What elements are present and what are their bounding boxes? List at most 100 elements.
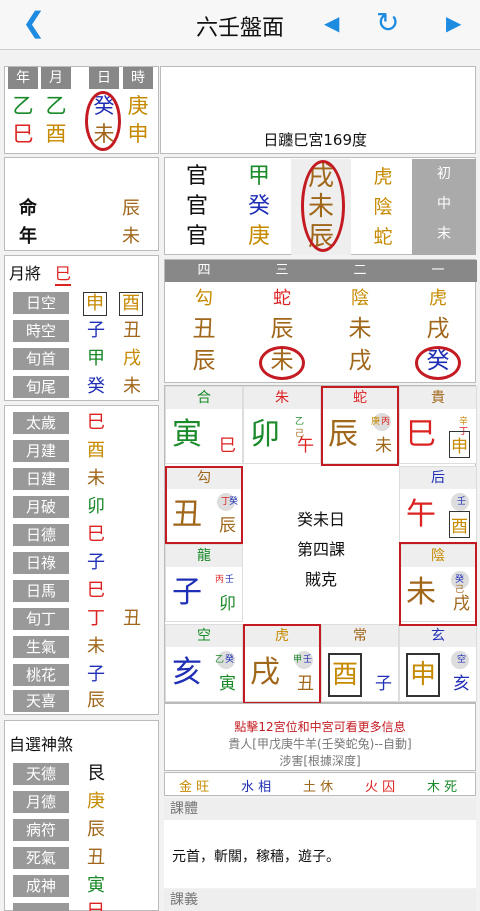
kong-a: 申	[83, 292, 107, 316]
zixuan-label: 月德	[13, 791, 69, 813]
kong-a: 甲	[87, 348, 105, 369]
ming-value: 辰	[122, 198, 140, 219]
shensha-value: 辰	[87, 690, 105, 711]
ke-header: 二	[321, 260, 399, 282]
palace-god: 玄	[400, 625, 476, 647]
shensha-label: 天喜	[13, 690, 69, 712]
shensha-value: 卯	[87, 496, 105, 517]
palace-zi[interactable]: 常 酉 子	[321, 624, 399, 702]
sanchuan-circle	[301, 160, 345, 252]
palace-mao[interactable]: 龍 子 丙 壬 卯	[165, 544, 243, 622]
shensha-extra: 丑	[123, 608, 141, 629]
wuxing-shui: 水 相	[241, 780, 272, 795]
nian-value: 未	[122, 226, 140, 247]
shehai-rule: 涉害[根據深度]	[279, 754, 361, 768]
si-ke-panel[interactable]: 四 三 二 一 勾 蛇 陰 虎 丑 辰 未 戌 辰 未 戌 癸	[164, 259, 477, 383]
palace-god: 空	[166, 625, 242, 647]
palace-zhi: 巳	[406, 417, 436, 452]
shensha-panel: 太歲 巳 月建 酉 日建 未 月破 卯 日德 巳 日祿 子 日馬 巳 旬丁 丁 …	[4, 405, 159, 715]
pillar-header-hour: 時	[123, 67, 153, 89]
palace-earth: 卯	[219, 594, 236, 614]
sanchuan-jiang: 蛇	[373, 226, 393, 248]
palace-highlight	[399, 542, 477, 626]
page-title: 六壬盤面	[195, 16, 284, 41]
month-branch: 酉	[45, 122, 67, 146]
shensha-value: 子	[87, 664, 105, 685]
palace-stem2: 壬	[224, 575, 234, 585]
chu-label: 初	[437, 166, 451, 182]
kong-b: 丑	[123, 320, 141, 341]
triangle-right-icon[interactable]: ▶	[446, 6, 461, 40]
shensha-label: 日馬	[13, 580, 69, 602]
wuxing-bar: 金 旺 水 相 土 休 火 囚 木 死	[164, 772, 476, 796]
palace-you[interactable]: 后 午 壬 酉	[399, 466, 477, 544]
palace-zhi: 寅	[172, 417, 202, 452]
palace-earth: 巳	[219, 436, 236, 456]
yuejiang-value: 巳	[55, 260, 72, 286]
palace-stem1: 丙	[214, 575, 224, 585]
palace-stem2: 癸	[224, 655, 234, 665]
sanchuan-liuqin: 官	[185, 194, 208, 219]
palace-hai[interactable]: 玄 申 空 亥	[399, 624, 477, 702]
guiren-rule: 貴人[甲戊庚牛羊(壬癸蛇兔)--自動]	[228, 737, 412, 751]
wuxing-huo: 火 囚	[365, 780, 396, 795]
kong-label: 日空	[13, 292, 69, 314]
shensha-value: 巳	[87, 580, 105, 601]
pillar-header-month: 月	[41, 67, 71, 89]
palace-earth: 午	[297, 436, 314, 456]
zixuan-title: 自選神煞	[9, 735, 74, 754]
ke-upper: 辰	[270, 316, 294, 342]
san-chuan-panel[interactable]: 官 官 官 甲 癸 庚 戌 未 辰 虎 陰 蛇 初 中 末	[164, 157, 476, 255]
shensha-label: 日德	[13, 524, 69, 546]
yuejiang-label: 月將	[9, 264, 42, 283]
app-root: ❮ 六壬盤面 ◀ ↻ ▶ 年 月 日 時 乙 乙 癸 庚 巳 酉 未 申 日躔巳…	[0, 0, 480, 911]
palace-stem1: 壬	[456, 497, 466, 507]
keyi-header: 課義	[164, 889, 476, 911]
shensha-value: 酉	[87, 440, 105, 461]
palace-god: 合	[166, 387, 242, 409]
nian-label: 年	[19, 226, 37, 247]
sanchuan-labels: 初 中 末	[412, 159, 476, 255]
sanchuan-liuqin: 官	[185, 164, 208, 189]
ke-jiang: 蛇	[273, 288, 291, 309]
ke-header: 三	[243, 260, 321, 282]
ming-nian-panel: 命 辰 年 未	[4, 157, 159, 251]
palace-god: 朱	[244, 387, 320, 409]
shensha-label: 生氣	[13, 636, 69, 658]
refresh-icon[interactable]: ↻	[376, 6, 399, 40]
year-branch: 巳	[12, 122, 34, 146]
ke-upper: 戌	[426, 316, 450, 342]
zixuan-label	[13, 903, 69, 911]
ke1-circle	[415, 346, 461, 380]
ke-jiang: 陰	[351, 288, 369, 309]
tap-hint: 點擊12宮位和中宮可看更多信息	[234, 720, 406, 734]
top-bar: ❮ 六壬盤面 ◀ ↻ ▶	[0, 0, 480, 50]
zhong-label: 中	[437, 196, 451, 212]
center-palace[interactable]: 癸未日 第四課 賊克	[245, 466, 397, 622]
palace-yin[interactable]: 空 亥 乙 癸 寅	[165, 624, 243, 702]
zixuan-panel: 自選神煞 天德 艮 月德 庚 病符 辰 死氣 丑 成神 寅 巳	[4, 720, 159, 911]
wuxing-tu: 土 休	[303, 780, 334, 795]
palace-god: 龍	[166, 545, 242, 567]
shensha-value: 丁	[87, 608, 105, 629]
palace-shen[interactable]: 貴 巳 辛 丁 申	[399, 386, 477, 464]
palace-god: 后	[400, 467, 476, 489]
palace-si[interactable]: 合 寅 巳	[165, 386, 243, 464]
mo-label: 末	[437, 226, 451, 242]
kong-a: 子	[87, 320, 105, 341]
kong-b: 戌	[123, 348, 141, 369]
zixuan-label: 成神	[13, 875, 69, 897]
palace-zhi: 亥	[172, 655, 202, 690]
zixuan-value: 巳	[87, 901, 105, 911]
palace-stem1: 空	[456, 655, 466, 665]
ke-lower: 辰	[192, 348, 216, 374]
zixuan-value: 丑	[87, 847, 105, 868]
triangle-left-icon[interactable]: ◀	[324, 6, 339, 40]
pillar-header-day: 日	[89, 67, 119, 89]
shensha-value: 巳	[87, 412, 105, 433]
hour-branch: 申	[127, 122, 149, 146]
palace-wu[interactable]: 朱 卯 乙 己 午	[243, 386, 321, 464]
sanchuan-dungan: 甲	[247, 164, 270, 189]
palace-highlight	[321, 386, 399, 466]
shensha-label: 太歲	[13, 412, 69, 434]
